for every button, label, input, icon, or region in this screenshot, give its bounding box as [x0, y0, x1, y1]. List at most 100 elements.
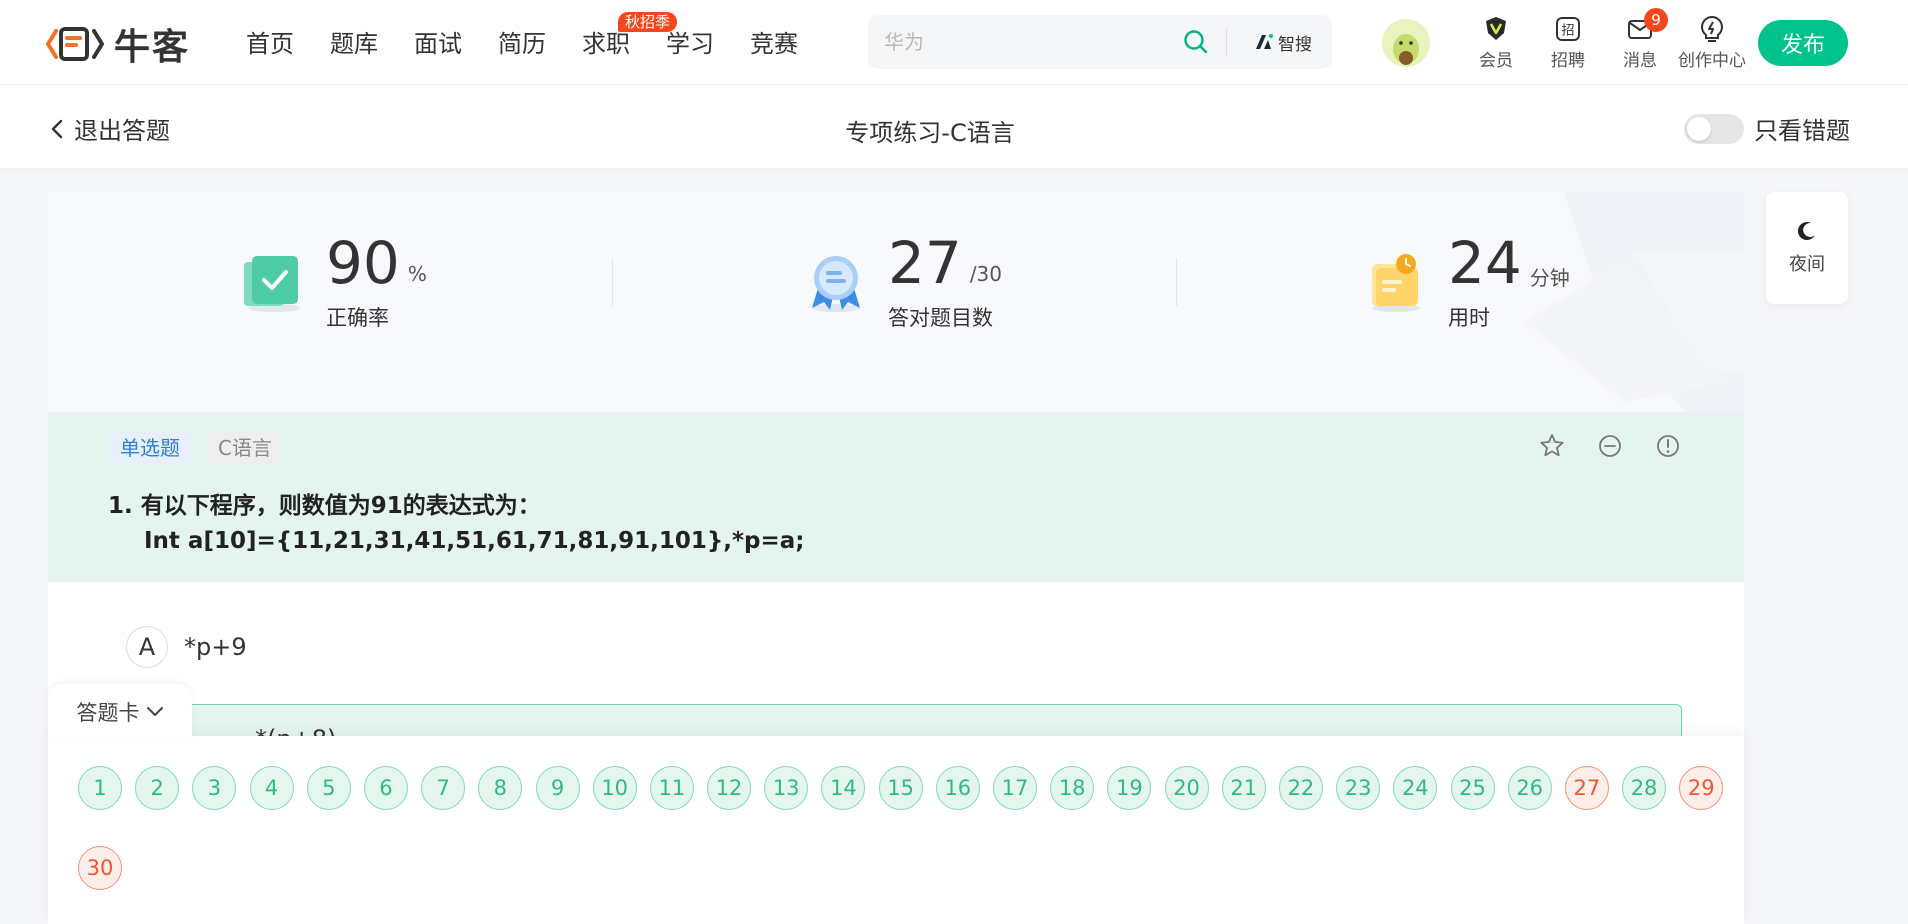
question-number-button[interactable]: 4	[249, 766, 294, 810]
correct-count-icon	[812, 256, 860, 312]
nav-learning[interactable]: 学习	[666, 24, 750, 64]
remove-circle-icon[interactable]	[1596, 432, 1624, 460]
message-count-badge: 9	[1644, 8, 1668, 32]
question-number-grid: 1 2 3 4 5 6 7 8 9 10 11 12 13 14 15 16 17 18 19 20 21 22 23 24 2…	[78, 766, 1728, 890]
smart-search-icon	[1256, 34, 1273, 49]
question-number-button[interactable]: 27	[1564, 766, 1609, 810]
only-wrong-toggle-group: 只看错题	[1684, 111, 1850, 146]
night-mode-label: 夜间	[1789, 254, 1825, 275]
vip-icon	[1481, 14, 1511, 44]
question-number-button[interactable]: 18	[1050, 766, 1095, 810]
question-number-button[interactable]: 23	[1336, 766, 1381, 810]
smart-search-button[interactable]: 智搜	[1246, 26, 1320, 58]
question-number-button[interactable]: 10	[592, 766, 637, 810]
night-mode-button[interactable]: 夜间	[1766, 192, 1848, 304]
svg-text:招: 招	[1561, 24, 1574, 39]
correct-count-value: 27	[888, 229, 962, 297]
question-block: 单选题 C语言 1. 有以下程序，则数值为91的表达式为： Int a[10]=…	[48, 412, 1744, 582]
nav-job-seeking[interactable]: 求职 秋招季	[582, 12, 678, 64]
publish-button[interactable]: 发布	[1758, 20, 1848, 66]
question-number-button[interactable]: 30	[78, 846, 122, 890]
question-number-button[interactable]: 6	[363, 766, 408, 810]
question-number-button[interactable]: 5	[306, 766, 351, 810]
toggle-knob	[1687, 116, 1711, 141]
moon-icon	[1797, 222, 1815, 241]
time-used-unit: 分钟	[1529, 266, 1570, 290]
nav-job-seeking-label: 求职	[582, 30, 630, 58]
stats-panel: 90 % 正确率 27 /30 答对题目数 24 分钟 用时	[48, 192, 1744, 412]
accuracy-value: 90	[326, 229, 400, 297]
accuracy-label: 正确率	[326, 306, 389, 330]
question-number-button[interactable]: 14	[821, 766, 866, 810]
creation-center-button[interactable]: 创作中心	[1676, 14, 1748, 72]
option-a-letter: A	[126, 626, 168, 668]
accuracy-stat: 90 % 正确率	[242, 232, 427, 332]
avatar-image	[1382, 19, 1430, 67]
star-icon[interactable]	[1538, 432, 1566, 460]
top-icon-group: 会员 招 招聘 9 消息 创作中心	[1460, 8, 1748, 72]
question-number-button[interactable]: 19	[1107, 766, 1152, 810]
recruit-icon: 招	[1553, 14, 1583, 44]
question-type-tag: 单选题	[110, 432, 190, 464]
nav-resume[interactable]: 简历	[498, 24, 582, 64]
search-divider	[1226, 29, 1227, 55]
question-number-button[interactable]: 12	[707, 766, 752, 810]
stats-divider	[612, 258, 613, 306]
time-used-value: 24	[1448, 229, 1522, 297]
option-a-text: *p+9	[184, 633, 247, 661]
practice-header: 退出答题 专项练习-C语言 只看错题	[0, 84, 1908, 168]
question-number-button[interactable]: 20	[1164, 766, 1209, 810]
recruit-button[interactable]: 招 招聘	[1532, 14, 1604, 72]
recruit-label: 招聘	[1551, 51, 1585, 71]
nav-question-bank[interactable]: 题库	[330, 24, 414, 64]
question-number-button[interactable]: 26	[1507, 766, 1552, 810]
answer-card-panel: 1 2 3 4 5 6 7 8 9 10 11 12 13 14 15 16 17 18 19 20 21 22 23 24 2…	[48, 736, 1744, 924]
main-nav: 首页 题库 面试 简历 求职 秋招季 学习 竞赛	[246, 12, 834, 64]
question-number-button[interactable]: 24	[1393, 766, 1438, 810]
question-number-button[interactable]: 7	[421, 766, 466, 810]
accuracy-unit: %	[407, 262, 427, 286]
question-number-button[interactable]: 3	[192, 766, 237, 810]
only-wrong-toggle[interactable]	[1684, 113, 1744, 144]
question-number-button[interactable]: 29	[1679, 766, 1724, 810]
question-number-button[interactable]: 8	[478, 766, 523, 810]
question-number-button[interactable]: 15	[878, 766, 923, 810]
message-label: 消息	[1623, 51, 1657, 71]
question-number-button[interactable]: 28	[1622, 766, 1667, 810]
smart-search-label: 智搜	[1278, 34, 1312, 55]
only-wrong-label: 只看错题	[1754, 117, 1850, 145]
correct-count-label: 答对题目数	[888, 306, 993, 330]
question-number-button[interactable]: 16	[935, 766, 980, 810]
vip-label: 会员	[1479, 51, 1513, 71]
nav-interview[interactable]: 面试	[414, 24, 498, 64]
user-avatar[interactable]	[1382, 19, 1430, 67]
nav-home[interactable]: 首页	[246, 24, 330, 64]
question-number-button[interactable]: 2	[135, 766, 180, 810]
question-number-button[interactable]: 25	[1450, 766, 1495, 810]
nav-contest[interactable]: 竞赛	[750, 24, 834, 64]
clock-note-icon	[1372, 254, 1420, 312]
question-number-button[interactable]: 17	[993, 766, 1037, 810]
question-number-button[interactable]: 11	[649, 766, 694, 810]
time-used-label: 用时	[1448, 306, 1490, 330]
report-icon[interactable]	[1654, 432, 1682, 460]
answer-card-label: 答题卡	[76, 701, 140, 725]
question-number-button[interactable]: 13	[764, 766, 809, 810]
question-language-tag[interactable]: C语言	[208, 432, 282, 464]
creation-center-icon	[1697, 14, 1727, 44]
accuracy-icon	[244, 256, 300, 312]
nowcoder-logo[interactable]: 牛客	[46, 18, 190, 70]
search-icon[interactable]	[1182, 28, 1210, 56]
message-button[interactable]: 9 消息	[1604, 8, 1676, 72]
time-used-stat: 24 分钟 用时	[1364, 232, 1570, 332]
option-a[interactable]: A *p+9	[126, 626, 247, 668]
question-number-button[interactable]: 21	[1221, 766, 1266, 810]
answer-card-toggle[interactable]: 答题卡	[48, 684, 192, 740]
search-input[interactable]	[884, 15, 1184, 69]
question-number-button[interactable]: 1	[78, 766, 122, 810]
vip-button[interactable]: 会员	[1460, 14, 1532, 72]
question-number-button[interactable]: 22	[1278, 766, 1323, 810]
question-tools	[1538, 432, 1682, 460]
correct-count-stat: 27 /30 答对题目数	[804, 232, 1002, 332]
question-number-button[interactable]: 9	[535, 766, 580, 810]
